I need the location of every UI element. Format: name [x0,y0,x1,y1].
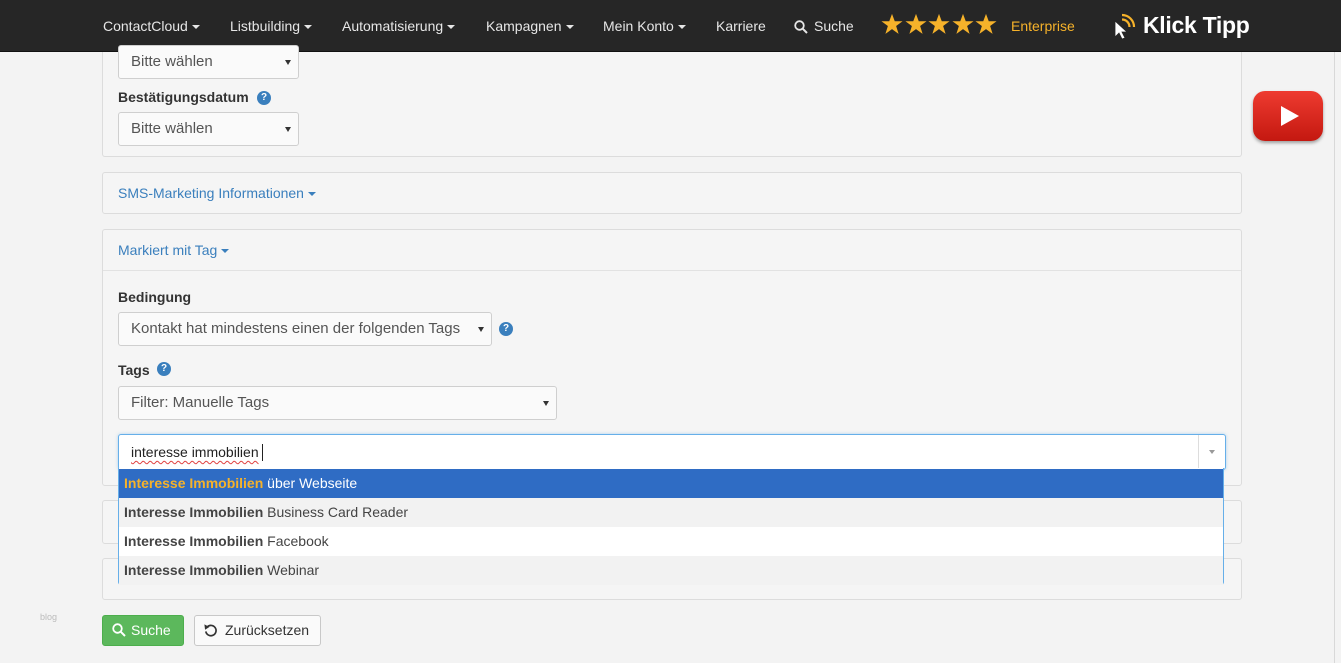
search-icon [794,20,808,34]
panel-date-fields: Bitte wählen Bestätigungsdatum ? Bitte w… [102,45,1242,157]
nav-automatisierung-label: Automatisierung [342,18,444,34]
top-select-value: Bitte wählen [131,53,213,70]
star-icon [975,13,997,34]
caret-down-icon [565,25,574,30]
suggestion-item[interactable]: Interesse Immobilien über Webseite [119,469,1223,498]
nav-search[interactable]: Suche [794,0,854,52]
content-edge [1334,52,1335,663]
confirmation-date-select[interactable]: Bitte wählen [118,112,299,146]
combobox-toggle[interactable] [1198,435,1225,469]
tag-section-label: Markiert mit Tag [118,242,218,258]
nav-kampagnen-label: Kampagnen [486,18,562,34]
reset-button-label: Zurücksetzen [225,622,310,638]
search-button-label: Suche [131,622,171,638]
condition-select[interactable]: Kontakt hat mindestens einen der folgend… [118,312,492,346]
suggestion-rest: über Webseite [263,475,358,491]
youtube-video-button[interactable] [1253,91,1323,141]
suggestion-item[interactable]: Interesse Immobilien Business Card Reade… [119,498,1223,527]
suggestion-item[interactable]: Interesse Immobilien Webinar [119,556,1223,585]
caret-down-icon [191,25,200,30]
condition-label: Bedingung [118,289,192,305]
nav-karriere-label: Karriere [716,18,766,34]
sms-section-toggle[interactable]: SMS-Marketing Informationen [118,185,316,201]
tag-section-toggle[interactable]: Markiert mit Tag [118,242,230,258]
top-select[interactable]: Bitte wählen [118,45,299,79]
select-arrow-icon [285,127,291,132]
blog-watermark: blog [40,612,58,622]
confirmation-date-label: Bestätigungsdatum [118,89,249,105]
star-icon [951,13,974,34]
condition-select-value: Kontakt hat mindestens einen der folgend… [131,320,461,337]
suggestion-match: Interesse Immobilien [124,533,264,549]
caret-down-icon [221,249,230,254]
tag-search-input[interactable]: interesse immobilien [131,444,259,460]
suggestion-match: Interesse Immobilien [124,475,264,491]
tag-search-combobox[interactable]: interesse immobilien [118,434,1226,470]
suggestion-rest: Facebook [263,533,329,549]
plan-badge[interactable]: Enterprise [1011,0,1075,52]
reset-button[interactable]: Zurücksetzen [194,615,321,646]
nav-kampagnen[interactable]: Kampagnen [486,0,574,52]
panel-divider [103,270,1241,271]
help-icon[interactable]: ? [257,91,271,105]
sms-section-label: SMS-Marketing Informationen [118,185,304,201]
caret-down-icon [447,25,456,30]
suggestion-item[interactable]: Interesse Immobilien Facebook [119,527,1223,556]
caret-down-icon [307,192,316,197]
star-icon [881,13,903,34]
panel-sms-marketing: SMS-Marketing Informationen [102,172,1242,214]
select-arrow-icon [543,401,549,406]
nav-mein-konto[interactable]: Mein Konto [603,0,686,52]
caret-down-icon [677,25,686,30]
play-icon [1281,106,1299,126]
tag-suggestions-list: Interesse Immobilien über Webseite Inter… [118,468,1224,585]
suggestion-match: Interesse Immobilien [124,562,264,578]
nav-mein-konto-label: Mein Konto [603,18,674,34]
tags-filter-select[interactable]: Filter: Manuelle Tags [118,386,557,420]
suggestion-rest: Business Card Reader [263,504,409,520]
help-icon[interactable]: ? [499,322,513,336]
signal-cursor-icon [1114,13,1136,40]
caret-down-icon [304,25,313,30]
confirmation-date-select-value: Bitte wählen [131,120,213,137]
nav-listbuilding-label: Listbuilding [230,18,301,34]
logo-text: Klick Tipp [1143,12,1250,38]
suggestion-rest: Webinar [263,562,320,578]
help-icon[interactable]: ? [157,362,171,376]
text-cursor [262,444,263,461]
nav-contactcloud-label: ContactCloud [103,18,188,34]
chevron-down-icon [1209,450,1215,454]
search-button[interactable]: Suche [102,615,184,646]
rating-stars [881,13,999,39]
nav-automatisierung[interactable]: Automatisierung [342,0,456,52]
nav-karriere[interactable]: Karriere [716,0,766,52]
select-arrow-icon [478,327,484,332]
tags-label: Tags [118,362,150,378]
select-arrow-icon [285,60,291,65]
suggestion-match: Interesse Immobilien [124,504,264,520]
undo-icon [204,624,217,637]
search-icon [112,623,126,637]
nav-search-label: Suche [814,18,854,34]
star-icon [904,13,927,34]
star-icon [928,13,950,34]
tags-filter-value: Filter: Manuelle Tags [131,394,270,411]
